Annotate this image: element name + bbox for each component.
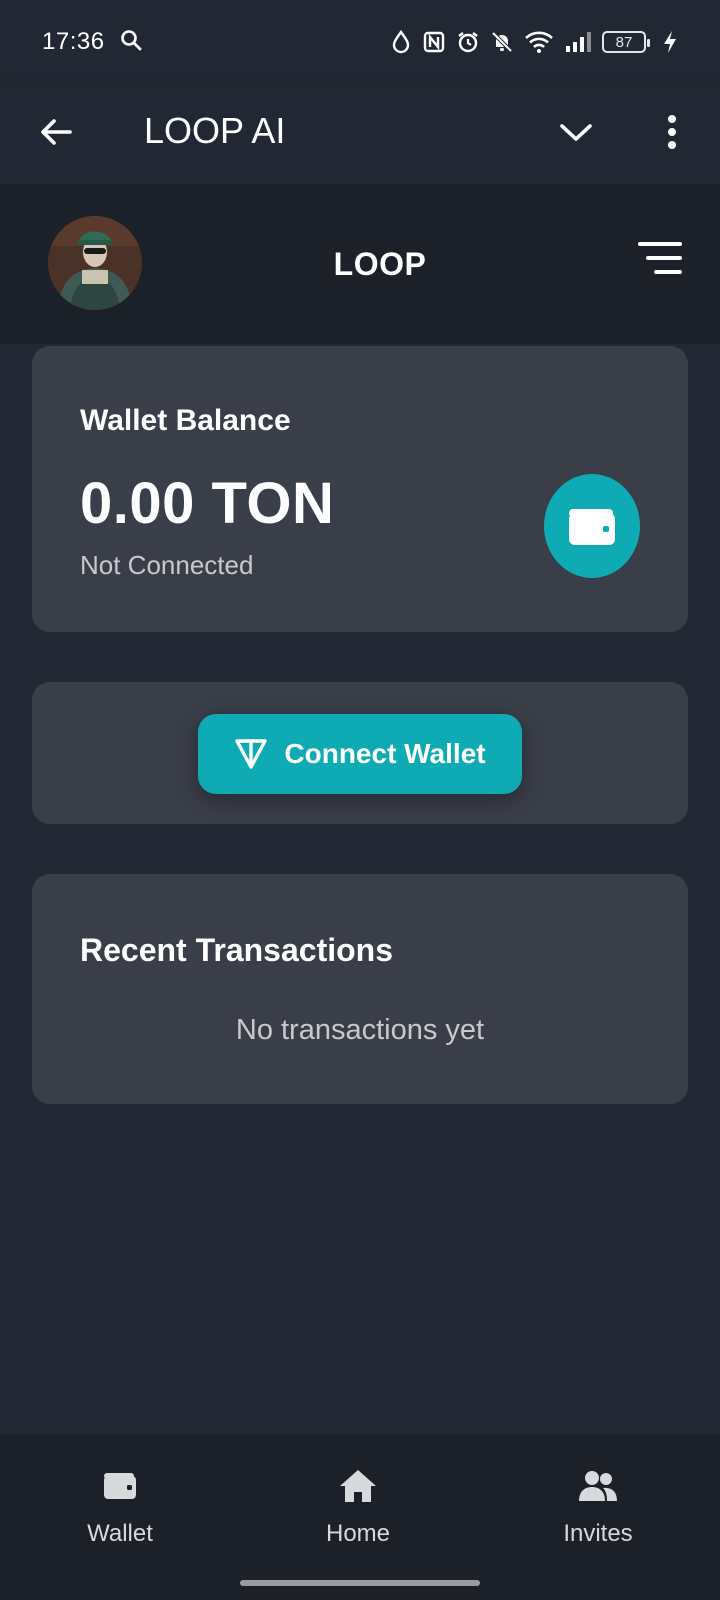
connect-wallet-label: Connect Wallet — [284, 738, 486, 769]
connection-status: Not Connected — [80, 550, 254, 580]
wallet-badge — [544, 474, 640, 578]
chevron-down-icon — [560, 124, 592, 141]
ton-icon — [235, 739, 268, 769]
status-bar: 17:36 87 — [0, 0, 720, 84]
nav-label-invites: Invites — [563, 1520, 633, 1547]
header-title: LOOP — [333, 246, 427, 282]
back-button[interactable] — [36, 112, 76, 152]
balance-card: Wallet Balance 0.00 TON Not Connected — [32, 346, 688, 632]
nfc-icon — [422, 30, 446, 54]
users-icon — [579, 1471, 617, 1501]
charging-icon — [662, 30, 678, 54]
more-vertical-icon — [668, 115, 676, 149]
connect-wallet-button[interactable]: Connect Wallet — [198, 714, 522, 794]
transactions-title: Recent Transactions — [80, 932, 393, 968]
inner-header: LOOP — [0, 184, 720, 344]
arrow-left-icon — [41, 119, 72, 145]
alarm-icon — [456, 30, 480, 54]
balance-value: 0.00 TON — [80, 471, 335, 536]
more-options-button[interactable] — [652, 108, 692, 156]
nav-label-wallet: Wallet — [87, 1520, 153, 1547]
search-icon — [119, 28, 143, 57]
connect-card: Connect Wallet — [32, 682, 688, 824]
balance-label: Wallet Balance — [80, 404, 291, 437]
wallet-icon — [104, 1473, 136, 1499]
battery-indicator: 87 — [602, 31, 650, 53]
menu-icon — [638, 242, 682, 274]
signal-icon — [564, 30, 592, 54]
nav-label-home: Home — [325, 1520, 391, 1547]
transactions-card: Recent Transactions No transactions yet — [32, 874, 688, 1104]
home-indicator[interactable] — [240, 1580, 480, 1586]
drop-icon — [390, 30, 412, 54]
wifi-icon — [524, 30, 554, 54]
nav-item-wallet[interactable]: Wallet — [40, 1464, 200, 1548]
app-bar: LOOP AI — [0, 84, 720, 184]
nav-item-invites[interactable]: Invites — [518, 1464, 678, 1548]
expand-button[interactable] — [556, 112, 596, 152]
app-title: LOOP AI — [144, 110, 286, 151]
menu-button[interactable] — [636, 238, 684, 278]
bell-off-icon — [490, 30, 514, 54]
status-time: 17:36 — [42, 28, 105, 55]
bottom-nav: Wallet Home Invites — [0, 1434, 720, 1600]
nav-item-home[interactable]: Home — [278, 1464, 438, 1548]
home-icon — [340, 1470, 376, 1502]
wallet-icon — [569, 509, 615, 545]
transactions-empty-text: No transactions yet — [235, 1014, 485, 1046]
